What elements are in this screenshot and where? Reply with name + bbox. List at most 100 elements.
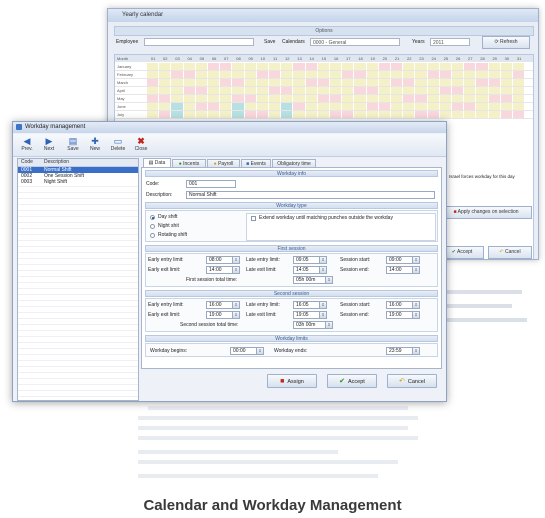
calendar-day-cell[interactable]: [183, 87, 195, 94]
calendar-day-cell[interactable]: [452, 79, 464, 86]
calendar-day-cell[interactable]: [183, 71, 195, 78]
calendar-day-cell[interactable]: [195, 87, 207, 94]
calendar-day-cell[interactable]: [464, 87, 476, 94]
calendar-day-cell[interactable]: [427, 63, 439, 70]
calendar-day-cell[interactable]: [220, 71, 232, 78]
spin-icon[interactable]: ⇕: [319, 257, 326, 263]
second-session-end-field[interactable]: 19:00 ⇕: [386, 311, 420, 319]
calendar-day-cell[interactable]: [415, 63, 427, 70]
calendar-day-cell[interactable]: [330, 103, 342, 110]
calendar-day-cell[interactable]: [208, 79, 220, 86]
tab-data[interactable]: ▤ Data: [143, 158, 171, 167]
calendar-day-cell[interactable]: [476, 87, 488, 94]
calendar-day-cell[interactable]: [220, 103, 232, 110]
calendar-day-cell[interactable]: [342, 71, 354, 78]
calendar-day-cell[interactable]: [403, 111, 415, 118]
calendar-day-cell[interactable]: [500, 71, 512, 78]
calendar-day-cell[interactable]: [269, 87, 281, 94]
calendar-day-cell[interactable]: [256, 79, 268, 86]
calendar-day-cell[interactable]: [256, 95, 268, 102]
day-shift-radio[interactable]: [150, 215, 155, 220]
calendar-day-cell[interactable]: [269, 103, 281, 110]
calendar-day-cell[interactable]: [476, 111, 488, 118]
calendar-month-row[interactable]: March: [115, 79, 533, 87]
calendar-day-cell[interactable]: [208, 63, 220, 70]
calendar-day-cell[interactable]: [330, 111, 342, 118]
calendar-day-cell[interactable]: [147, 71, 159, 78]
calendar-day-cell[interactable]: [464, 103, 476, 110]
calendar-day-cell[interactable]: [366, 103, 378, 110]
spin-icon[interactable]: ⇕: [256, 348, 263, 354]
calendar-day-cell[interactable]: [232, 103, 244, 110]
calendar-day-cell[interactable]: [305, 87, 317, 94]
calendar-day-cell[interactable]: [476, 103, 488, 110]
year-select[interactable]: 2011: [430, 38, 470, 46]
calendar-day-cell[interactable]: [208, 111, 220, 118]
calendar-day-cell[interactable]: [293, 103, 305, 110]
save-link[interactable]: Save: [264, 38, 275, 46]
calendar-day-cell[interactable]: [342, 111, 354, 118]
calendar-day-cell[interactable]: [244, 95, 256, 102]
calendar-day-cell[interactable]: [378, 71, 390, 78]
calendar-day-cell[interactable]: [159, 111, 171, 118]
workday-ends-field[interactable]: 23:59 ⇕: [386, 347, 420, 355]
second-late-entry-field[interactable]: 16:05 ⇕: [293, 301, 327, 309]
calendar-day-cell[interactable]: [256, 103, 268, 110]
calendar-day-cell[interactable]: [305, 63, 317, 70]
calendar-day-cell[interactable]: [147, 79, 159, 86]
calendar-day-cell[interactable]: [342, 103, 354, 110]
calendar-day-cell[interactable]: [500, 111, 512, 118]
calendar-day-cell[interactable]: [415, 103, 427, 110]
calendar-month-row[interactable]: February: [115, 71, 533, 79]
calendar-day-cell[interactable]: [232, 63, 244, 70]
calendar-day-cell[interactable]: [147, 111, 159, 118]
calendar-day-cell[interactable]: [269, 95, 281, 102]
calendar-day-cell[interactable]: [452, 87, 464, 94]
calendar-day-cell[interactable]: [171, 63, 183, 70]
tab-incents[interactable]: ● Incents: [172, 159, 206, 167]
calendar-day-cell[interactable]: [452, 111, 464, 118]
calendar-day-cell[interactable]: [427, 95, 439, 102]
calendar-day-cell[interactable]: [427, 111, 439, 118]
calendar-day-cell[interactable]: [415, 71, 427, 78]
employee-select[interactable]: [144, 38, 254, 46]
calendar-day-cell[interactable]: [378, 103, 390, 110]
next-button[interactable]: ▶ Next: [39, 136, 59, 152]
calendar-day-cell[interactable]: [256, 111, 268, 118]
apply-changes-button[interactable]: ■ Apply changes on selection: [440, 206, 532, 219]
calendar-day-cell[interactable]: [305, 79, 317, 86]
calendar-day-cell[interactable]: [500, 87, 512, 94]
calendar-day-cell[interactable]: [244, 103, 256, 110]
calendar-day-cell[interactable]: [403, 63, 415, 70]
calendar-day-cell[interactable]: [415, 95, 427, 102]
cancel-button[interactable]: ↶ Cancel: [387, 374, 437, 388]
calendar-day-cell[interactable]: [488, 87, 500, 94]
spin-icon[interactable]: ⇕: [412, 312, 419, 318]
calendar-day-cell[interactable]: [488, 103, 500, 110]
calendar-day-cell[interactable]: [269, 79, 281, 86]
calendar-day-cell[interactable]: [439, 79, 451, 86]
calendar-day-cell[interactable]: [391, 63, 403, 70]
calendar-day-cell[interactable]: [415, 79, 427, 86]
calendar-day-cell[interactable]: [147, 95, 159, 102]
calendar-day-cell[interactable]: [220, 95, 232, 102]
calendar-month-row[interactable]: April: [115, 87, 533, 95]
prev-button[interactable]: ◀ Prev.: [17, 136, 37, 152]
calendar-day-cell[interactable]: [439, 87, 451, 94]
calendar-day-cell[interactable]: [232, 79, 244, 86]
list-item[interactable]: 0003 Night Shift: [18, 179, 138, 185]
extend-workday-checkbox[interactable]: [251, 216, 256, 221]
tab-obligatory-time[interactable]: Obligatory time: [272, 159, 316, 167]
calendar-day-cell[interactable]: [391, 103, 403, 110]
calendar-day-cell[interactable]: [354, 79, 366, 86]
calendar-day-cell[interactable]: [354, 103, 366, 110]
calendar-day-cell[interactable]: [330, 79, 342, 86]
first-session-end-field[interactable]: 14:00 ⇕: [386, 266, 420, 274]
spin-icon[interactable]: ⇕: [232, 302, 239, 308]
calendar-day-cell[interactable]: [439, 95, 451, 102]
calendar-day-cell[interactable]: [171, 111, 183, 118]
calendar-day-cell[interactable]: [513, 111, 525, 118]
calendar-day-cell[interactable]: [208, 87, 220, 94]
calendar-day-cell[interactable]: [317, 95, 329, 102]
calendar-day-cell[interactable]: [281, 63, 293, 70]
